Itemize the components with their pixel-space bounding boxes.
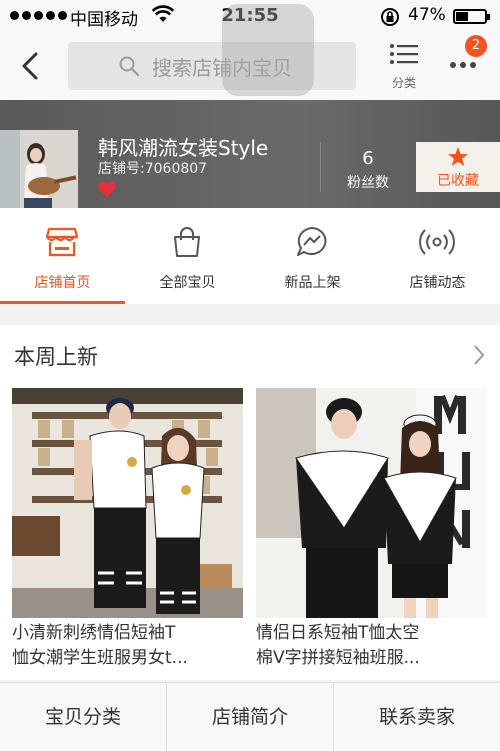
new-this-week-section: 本周上新 小清新刺绣情侣短袖T 恤女潮学生班服男女t... 情侣日系短袖T恤太空… — [0, 325, 500, 680]
shop-intro-button[interactable]: 店铺简介 — [167, 683, 333, 751]
favorite-shop-button[interactable]: 已收藏 — [416, 142, 500, 192]
shop-banner: 韩风潮流女装Style 店铺号:7060807 6 粉丝数 已收藏 — [0, 100, 500, 208]
tab-shop-home[interactable]: 店铺首页 — [0, 208, 125, 304]
tab-label: 新品上架 — [284, 275, 341, 291]
fans-label: 粉丝数 — [347, 175, 389, 191]
storefront-icon — [45, 227, 79, 257]
product-title[interactable]: 小清新刺绣情侣短袖T 恤女潮学生班服男女t... — [12, 621, 243, 671]
list-icon — [390, 44, 418, 64]
tab-new-arrivals[interactable]: 新品上架 — [250, 208, 375, 304]
product-image[interactable] — [12, 388, 243, 618]
more-menu-button[interactable] — [450, 62, 476, 68]
broadcast-icon — [419, 229, 455, 255]
banner-divider — [320, 142, 321, 192]
favorited-label: 已收藏 — [437, 173, 479, 189]
tab-all-items[interactable]: 全部宝贝 — [125, 208, 250, 304]
chevron-right-icon[interactable] — [472, 343, 486, 367]
product-title[interactable]: 情侣日系短袖T恤太空 棉V字拼接短袖班服... — [256, 621, 487, 671]
heart-icon — [98, 181, 116, 197]
touch-indicator-overlay — [222, 4, 314, 96]
contact-seller-button[interactable]: 联系卖家 — [334, 683, 500, 751]
category-button[interactable]: 分类 — [384, 42, 424, 94]
fans-count: 6 — [362, 148, 374, 169]
shop-number: 店铺号:7060807 — [98, 161, 208, 177]
tab-label: 全部宝贝 — [159, 275, 216, 291]
search-icon — [119, 56, 140, 77]
shop-avatar[interactable] — [0, 130, 78, 208]
bottom-bar: 宝贝分类 店铺简介 联系卖家 — [0, 682, 500, 751]
rotation-lock-icon — [381, 8, 399, 26]
shopping-bag-icon — [174, 227, 200, 257]
tab-label: 店铺首页 — [34, 275, 91, 291]
shop-avatar-image — [0, 130, 78, 208]
item-categories-button[interactable]: 宝贝分类 — [0, 683, 166, 751]
battery-icon — [453, 9, 490, 24]
navigation-bar: 搜索店铺内宝贝 分类 2 — [0, 4, 500, 100]
category-label: 分类 — [391, 76, 416, 90]
active-tab-indicator — [0, 301, 125, 304]
shop-name: 韩风潮流女装Style — [98, 136, 269, 160]
shop-tabs: 店铺首页 全部宝贝 新品上架 店铺动态 — [0, 208, 500, 304]
star-icon — [448, 147, 468, 166]
tab-label: 店铺动态 — [409, 275, 466, 291]
message-count-badge: 2 — [465, 35, 487, 57]
back-button[interactable] — [14, 48, 50, 84]
chat-lightning-icon — [297, 227, 327, 256]
tab-shop-updates[interactable]: 店铺动态 — [375, 208, 500, 304]
product-image[interactable] — [256, 388, 487, 618]
battery-percentage: 47% — [408, 5, 446, 25]
battery-level-fill — [456, 12, 468, 21]
section-title: 本周上新 — [14, 345, 98, 369]
